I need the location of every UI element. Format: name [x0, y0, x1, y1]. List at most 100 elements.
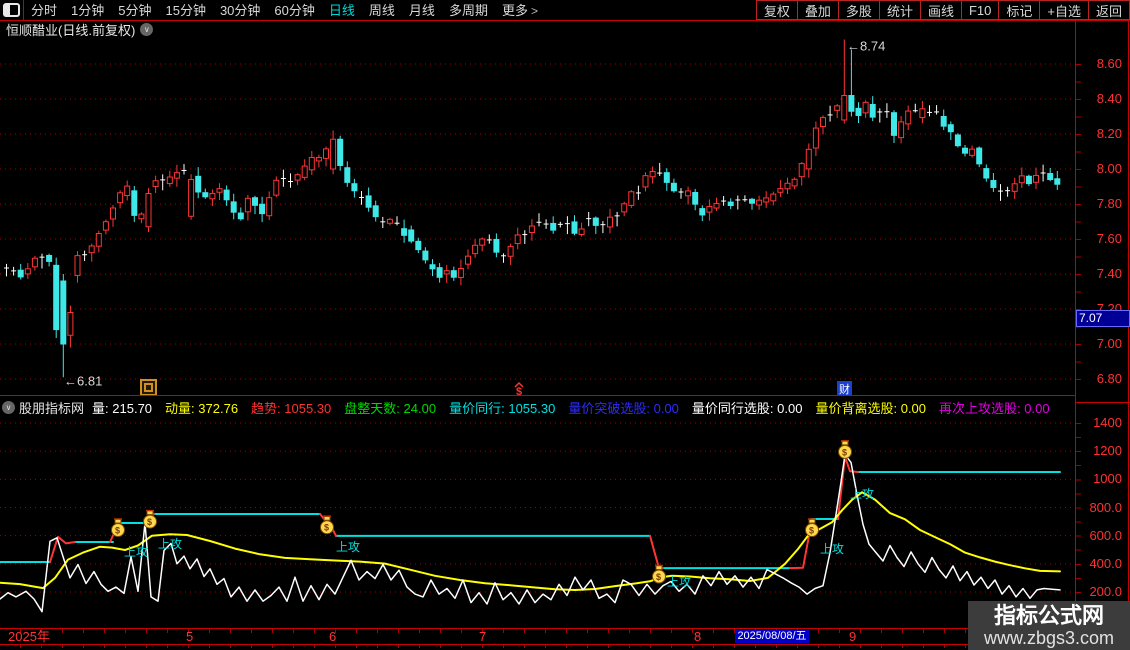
money-bag-glyph: $ [115, 526, 120, 536]
cai-marker-icon: 财 [837, 381, 852, 395]
indicator-axis-label: 800.0 [1089, 499, 1122, 515]
indicator-field-label: 量: [92, 400, 109, 416]
indicator-field: 量价突破选股: 0.00 [568, 398, 679, 417]
time-axis-label: 5 [186, 629, 194, 644]
time-axis-label: 8 [694, 629, 702, 644]
top-toolbar: 分时 1分钟 5分钟 15分钟 30分钟 60分钟 日线 周线 月线 多周期 更多 > 复权 叠加 多股统… [0, 0, 1130, 21]
attack-label: 上攻 [158, 537, 182, 551]
indicator-field-label: 盘整天数: [344, 400, 400, 416]
toolbar-button-7[interactable]: 标记 [999, 0, 1041, 20]
indicator-chevron-down-icon[interactable]: ∨ [2, 400, 15, 414]
indicator-field-label: 量价背离选股: [815, 400, 898, 416]
bottom-row-ticks [0, 645, 1075, 648]
indicator-field-value: 0.00 [900, 400, 927, 416]
price-axis-label: 8.40 [1096, 91, 1122, 106]
indicator-field-label: 量价同行选股: [691, 400, 774, 416]
period-tab-9[interactable]: 月线 [409, 0, 435, 19]
toolbar-button-2[interactable]: 叠加 [797, 0, 839, 20]
price-axis-label: 7.40 [1096, 266, 1122, 281]
period-tab-3[interactable]: 5分钟 [118, 0, 151, 19]
watermark-title: 指标公式网 [993, 602, 1104, 628]
low-price-annotation: ←6.81 [64, 373, 102, 388]
indicator-field: 量价背离选股: 0.00 [815, 398, 926, 417]
time-axis-label: 2025年 [8, 629, 50, 644]
indicator-axis-label: 600.0 [1089, 527, 1122, 543]
indicator-field-label: 趋势: [251, 400, 281, 416]
indicator-field: 量价同行: 1055.30 [449, 398, 555, 417]
current-date-badge: 2025/08/08/五 [735, 630, 809, 643]
main-candlestick-chart[interactable]: ←8.74 ←6.81 $ 财 [0, 37, 1075, 395]
indicator-axis-label: 1200 [1093, 443, 1122, 459]
page-title: 恒顺醋业(日线.前复权) [6, 22, 136, 38]
period-tab-7[interactable]: 日线 [329, 0, 355, 19]
time-axis-ticks [0, 629, 1075, 633]
money-bag-glyph: $ [656, 572, 661, 582]
toolbar-button-8[interactable]: +自选 [1040, 0, 1089, 20]
toolbar-button-9[interactable]: 返回 [1088, 0, 1130, 20]
indicator-brand: 股朋指标网 [19, 400, 85, 416]
app-window: 分时 1分钟 5分钟 15分钟 30分钟 60分钟 日线 周线 月线 多周期 更多 > 复权 叠加 多股统… [0, 0, 1130, 650]
attack-label: 上攻 [667, 575, 691, 589]
cai-marker-glyph: 财 [839, 382, 850, 395]
money-bag-glyph: $ [147, 517, 152, 527]
indicator-field-value: 0.00 [777, 400, 803, 416]
money-bag-icon: $ [805, 518, 819, 538]
indicator-field-label: 动量: [165, 400, 195, 416]
attack-label: 上攻 [820, 542, 844, 556]
attack-label: 上攻 [336, 540, 360, 554]
money-bag-glyph: $ [842, 447, 847, 457]
watermark-url: www.zbgs3.com [983, 627, 1115, 648]
period-tab-6[interactable]: 60分钟 [274, 0, 314, 19]
indicator-field: 动量: 372.76 [165, 398, 238, 417]
period-tab-11[interactable]: 更多 [502, 0, 528, 19]
time-axis-label: 6 [329, 629, 337, 644]
hui-marker-icon [140, 379, 157, 395]
indicator-field-value: 1055.30 [508, 400, 556, 416]
indicator-field-label: 量价同行: [449, 400, 505, 416]
indicator-field-value: 0.00 [1024, 400, 1050, 416]
more-chevron-icon: > [530, 4, 538, 18]
period-tab-1[interactable]: 分时 [31, 0, 57, 19]
money-bag-icon: $ [838, 440, 852, 459]
period-tab-2[interactable]: 1分钟 [71, 0, 104, 19]
money-bag-glyph: $ [324, 523, 329, 533]
period-tab-4[interactable]: 15分钟 [165, 0, 205, 19]
site-watermark: 指标公式网 www.zbgs3.com [968, 601, 1130, 650]
money-bag-icon: $ [320, 515, 334, 535]
price-axis-label: 6.80 [1096, 371, 1122, 386]
period-tab-10[interactable]: 多周期 [449, 0, 488, 19]
dollar-marker-glyph: $ [516, 386, 522, 395]
indicator-field: 趋势: 1055.30 [251, 398, 331, 417]
chart-title-bar: 恒顺醋业(日线.前复权) ∨ [6, 21, 154, 38]
period-tab-8[interactable]: 周线 [369, 0, 395, 19]
indicator-axis: 1400 1200 1000 800.0 600.0 400.0 200.0 [1076, 403, 1130, 628]
attack-label: 上攻 [850, 487, 874, 501]
price-axis-label: 7.60 [1096, 231, 1122, 246]
indicator-axis-label: 400.0 [1089, 555, 1122, 571]
money-bag-icon: $ [111, 518, 125, 538]
price-axis-label: 7.80 [1096, 196, 1122, 211]
money-bag-glyph: $ [809, 526, 814, 536]
time-axis-label: 7 [479, 629, 487, 644]
indicator-field-value: 215.70 [112, 400, 153, 416]
toolbar-button-3[interactable]: 多股 [838, 0, 880, 20]
price-axis: 8.60 8.40 8.20 8.00 7.80 7.60 7.40 7.20 7.00 6.80 [1076, 37, 1130, 395]
period-tab-5[interactable]: 30分钟 [220, 0, 260, 19]
window-layout-button[interactable] [0, 0, 24, 20]
high-price-annotation: ←8.74 [847, 39, 885, 54]
toolbar-button-6[interactable]: F10 [961, 0, 1000, 20]
toolbar-button-1[interactable]: 复权 [756, 0, 798, 20]
indicator-axis-label: 1400 [1093, 415, 1122, 430]
indicator-axis-label: 1000 [1093, 471, 1122, 487]
indicator-chart[interactable]: $$$$$$上攻上攻 上攻上攻上攻上攻 [0, 417, 1075, 628]
toolbar-button-4[interactable]: 统计 [879, 0, 921, 20]
price-axis-ticks [1076, 64, 1081, 380]
indicator-axis-ticks [1076, 423, 1081, 593]
indicator-axis-label: 200.0 [1089, 584, 1122, 600]
time-axis: 2025年 5 6 7 8 2025/08/08/五 9 [0, 628, 1130, 645]
panel-divider [0, 395, 1075, 396]
attack-label: 上攻 [124, 545, 148, 559]
toolbar-button-5[interactable]: 画线 [920, 0, 962, 20]
indicator-field-label: 量价突破选股: [568, 400, 650, 416]
title-chevron-down-icon[interactable]: ∨ [140, 22, 154, 36]
